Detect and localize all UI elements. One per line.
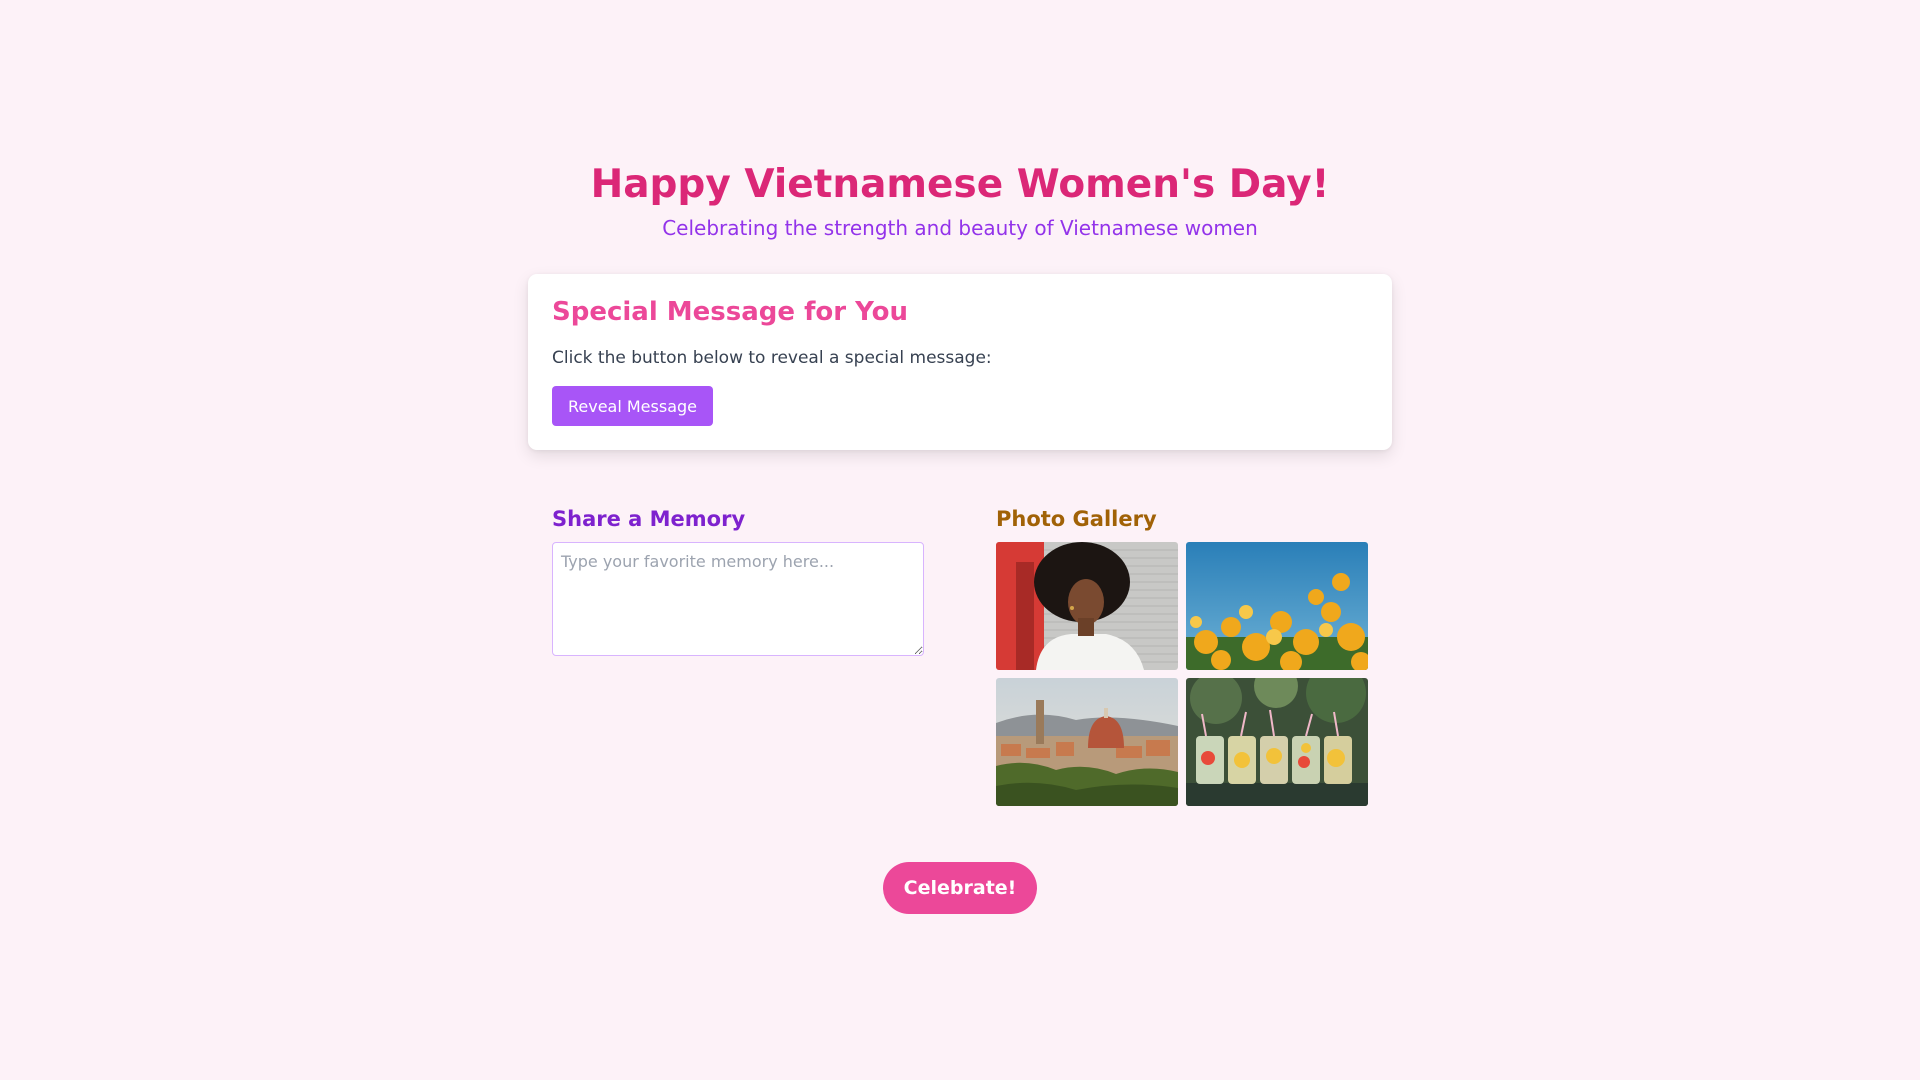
special-message-instruction: Click the button below to reveal a speci… bbox=[552, 348, 992, 368]
flowers-photo-image bbox=[1186, 542, 1368, 670]
drinks-photo-image bbox=[1186, 678, 1368, 806]
city-photo-image bbox=[996, 678, 1178, 806]
gallery-photo-drinks[interactable] bbox=[1186, 678, 1368, 806]
page-title: Happy Vietnamese Women's Day! bbox=[590, 162, 1330, 207]
special-message-card: Special Message for You Click the button… bbox=[528, 274, 1392, 450]
share-memory-title: Share a Memory bbox=[552, 507, 746, 531]
portrait-photo-image bbox=[996, 542, 1178, 670]
page: Happy Vietnamese Women's Day! Celebratin… bbox=[0, 0, 1920, 1080]
special-message-title: Special Message for You bbox=[552, 297, 908, 327]
celebrate-button[interactable]: Celebrate! bbox=[883, 862, 1037, 914]
photo-gallery-title: Photo Gallery bbox=[996, 507, 1157, 531]
gallery-photo-portrait[interactable] bbox=[996, 542, 1178, 670]
gallery-photo-flowers[interactable] bbox=[1186, 542, 1368, 670]
reveal-message-button[interactable]: Reveal Message bbox=[552, 386, 713, 426]
memory-textarea[interactable] bbox=[552, 542, 924, 656]
page-subtitle: Celebrating the strength and beauty of V… bbox=[662, 216, 1258, 240]
gallery-photo-city[interactable] bbox=[996, 678, 1178, 806]
